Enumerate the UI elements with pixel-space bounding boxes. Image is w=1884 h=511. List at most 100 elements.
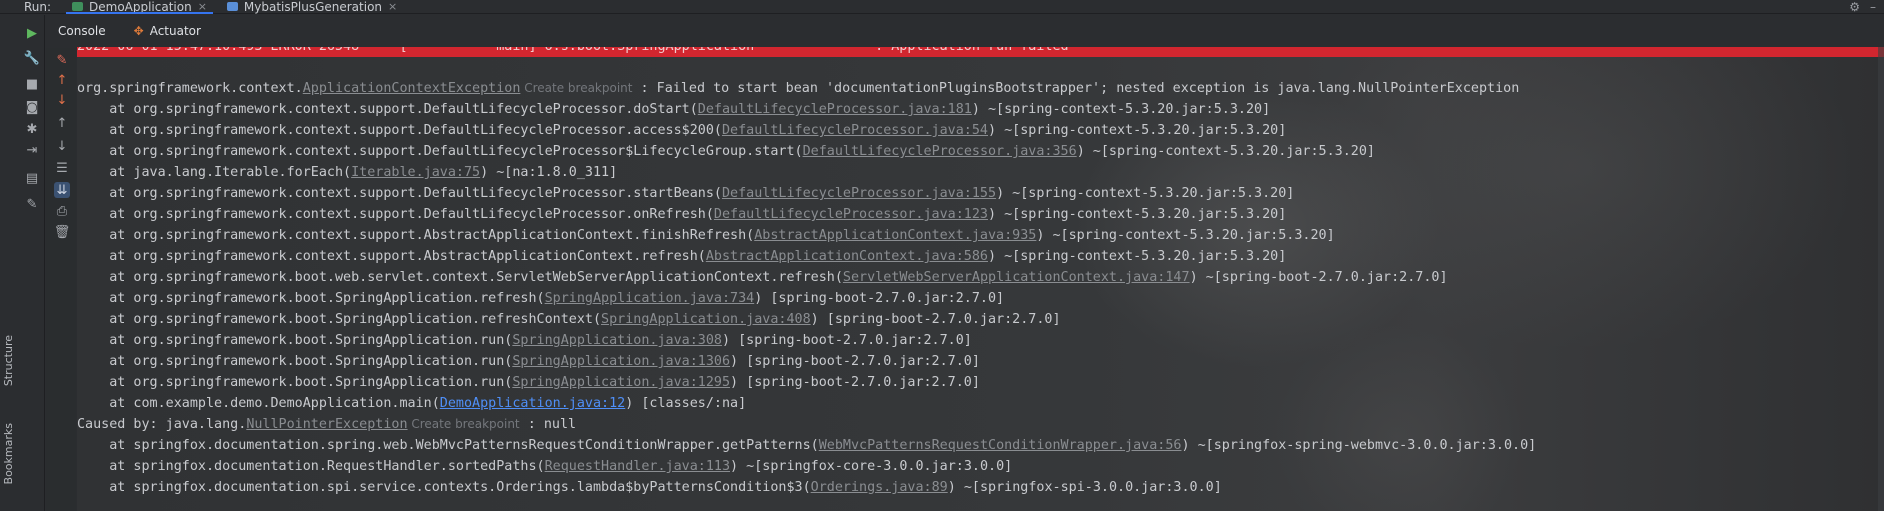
console-line-text: at java.lang.Iterable.forEach( (77, 165, 352, 180)
structure-panel-button[interactable]: Structure (2, 335, 15, 386)
console-line-text: at springfox.documentation.spring.web.We… (77, 438, 819, 453)
stack-trace-link[interactable]: SpringApplication.java:1306 (512, 354, 730, 369)
stack-trace-link[interactable]: DefaultLifecycleProcessor.java:356 (803, 144, 1077, 159)
console-line-text: org.springframework.context. (77, 81, 303, 96)
create-breakpoint-hint[interactable]: Create breakpoint (520, 81, 632, 95)
stack-trace-link[interactable]: SpringApplication.java:734 (545, 291, 755, 306)
console-line-text: Caused by: java.lang. (77, 417, 247, 432)
stack-trace-link[interactable]: DefaultLifecycleProcessor.java:54 (722, 123, 988, 138)
console-line-suffix: ) ~[springfox-core-3.0.0.jar:3.0.0] (730, 459, 1013, 474)
scrollbar[interactable] (1878, 47, 1884, 511)
console-line-suffix: ) ~[spring-boot-2.7.0.jar:2.7.0] (1189, 270, 1448, 285)
console-line-suffix: ) ~[spring-context-5.3.20.jar:5.3.20] (971, 102, 1271, 117)
layout-icon[interactable]: ▤ (24, 170, 40, 186)
create-breakpoint-hint[interactable]: Create breakpoint (408, 417, 519, 431)
scroll-end-icon[interactable]: ⇊ (54, 182, 70, 198)
console-line-text: at org.springframework.context.support.D… (77, 144, 803, 159)
stack-trace-link[interactable]: Iterable.java:75 (351, 165, 480, 180)
wrench-icon[interactable]: 🔧 (24, 50, 40, 66)
console-line-suffix: ) ~[spring-context-5.3.20.jar:5.3.20] (988, 249, 1287, 264)
console-line-suffix: ) ~[spring-context-5.3.20.jar:5.3.20] (996, 186, 1295, 201)
console-line-text: at springfox.documentation.RequestHandle… (77, 459, 545, 474)
stack-trace-link[interactable]: DefaultLifecycleProcessor.java:155 (722, 186, 996, 201)
stack-trace-link[interactable]: ServletWebServerApplicationContext.java:… (843, 270, 1190, 285)
console-subtabs: Console ✥ Actuator (46, 15, 1884, 47)
console-line-suffix: ) [spring-boot-2.7.0.jar:2.7.0] (730, 375, 980, 390)
bug-icon[interactable]: ✱ (24, 121, 40, 137)
console-line-suffix: ) [spring-boot-2.7.0.jar:2.7.0] (721, 333, 972, 348)
tab-mybatis-plus-generation[interactable]: MybatisPlusGeneration × (217, 0, 407, 14)
tab-console-label: Console (58, 24, 106, 38)
stack-trace-link[interactable]: ApplicationContextException (303, 81, 521, 96)
minimize-icon[interactable]: – (1870, 0, 1876, 14)
console-line-text: at org.springframework.boot.SpringApplic… (77, 354, 513, 369)
camera-icon[interactable]: ◙ (24, 99, 40, 115)
stack-trace-link[interactable]: SpringApplication.java:408 (601, 312, 811, 327)
structure-label: Structure (2, 335, 15, 387)
stack-trace-link[interactable]: DefaultLifecycleProcessor.java:123 (714, 207, 988, 222)
console-line-text: at org.springframework.context.support.D… (77, 102, 698, 117)
trash-icon[interactable]: 🗑 (54, 224, 71, 240)
actuator-icon: ✥ (133, 24, 144, 38)
stack-trace-link[interactable]: WebMvcPatternsRequestConditionWrapper.ja… (819, 438, 1182, 453)
console-line: at springfox.documentation.RequestHandle… (77, 456, 1884, 477)
console-line-suffix: ) ~[springfox-spi-3.0.0.jar:3.0.0] (947, 480, 1222, 495)
console-line: at java.lang.Iterable.forEach(Iterable.j… (77, 162, 1884, 183)
tab-demo-application[interactable]: DemoApplication × (62, 0, 217, 14)
bookmarks-panel-button[interactable]: Bookmarks (2, 423, 15, 484)
console-line-suffix: ) ~[spring-context-5.3.20.jar:5.3.20] (988, 123, 1287, 138)
tab-actuator-label: Actuator (149, 24, 201, 38)
up-arrow-icon[interactable]: ↑ (54, 72, 70, 88)
console-line: at org.springframework.context.support.D… (77, 141, 1884, 162)
down-arrow-icon[interactable]: ↓ (54, 92, 70, 108)
console-line: at org.springframework.context.support.D… (77, 183, 1884, 204)
console-output[interactable]: 2022-06-01 15:47:10.493 ERROR 26548 --- … (77, 47, 1884, 511)
stack-trace-link[interactable]: SpringApplication.java:1295 (512, 375, 730, 390)
exit-icon[interactable]: ⇥ (24, 142, 40, 158)
console-line-suffix: ) ~[spring-context-5.3.20.jar:5.3.20] (1036, 228, 1335, 243)
gear-icon[interactable]: ⚙ (1849, 0, 1860, 14)
close-icon[interactable]: × (388, 0, 397, 13)
console-line-suffix: ) ~[springfox-spring-webmvc-3.0.0.jar:3.… (1181, 438, 1537, 453)
console-line: Caused by: java.lang.NullPointerExceptio… (77, 414, 1884, 435)
close-icon[interactable]: × (198, 0, 207, 13)
pin-icon[interactable]: ✎ (24, 196, 40, 212)
stack-trace-link[interactable]: AbstractApplicationContext.java:586 (706, 249, 988, 264)
stack-trace-link[interactable]: SpringApplication.java:308 (512, 333, 722, 348)
stack-trace-link[interactable]: AbstractApplicationContext.java:935 (754, 228, 1036, 243)
console-line-suffix: ) [spring-boot-2.7.0.jar:2.7.0] (754, 291, 1005, 306)
tab-actuator[interactable]: ✥ Actuator (122, 15, 213, 47)
stack-trace-link[interactable]: DefaultLifecycleProcessor.java:181 (698, 102, 972, 117)
tab-console[interactable]: Console (46, 15, 118, 47)
console-line-text: at org.springframework.context.support.D… (77, 123, 722, 138)
console-line-text: at org.springframework.boot.SpringApplic… (77, 291, 545, 306)
console-line: at org.springframework.context.support.A… (77, 225, 1884, 246)
console-line: at org.springframework.context.support.A… (77, 246, 1884, 267)
console-toolbar: ✎ ↑ ↓ ↑ ↓ ☰ ⇊ ⎙ 🗑 (46, 48, 76, 511)
tab-label: MybatisPlusGeneration (243, 0, 383, 14)
stop-icon[interactable]: ■ (24, 76, 40, 92)
stack-trace-link[interactable]: NullPointerException (246, 417, 407, 432)
console-line-text: at org.springframework.context.support.D… (77, 207, 714, 222)
prev-occurrence-icon[interactable]: ↑ (54, 115, 70, 131)
console-line: at org.springframework.context.support.D… (77, 99, 1884, 120)
console-line: at org.springframework.boot.SpringApplic… (77, 309, 1884, 330)
spring-boot-icon (72, 2, 83, 11)
console-line-suffix: : Failed to start bean 'documentationPlu… (632, 81, 1520, 96)
console-line: at org.springframework.boot.SpringApplic… (77, 351, 1884, 372)
stack-trace-link[interactable]: RequestHandler.java:113 (545, 459, 730, 474)
run-label: Run: (24, 0, 52, 14)
console-line-suffix: ) [spring-boot-2.7.0.jar:2.7.0] (810, 312, 1061, 327)
next-occurrence-icon[interactable]: ↓ (54, 138, 70, 154)
console-line: org.springframework.context.ApplicationC… (77, 78, 1884, 99)
print-icon[interactable]: ⎙ (54, 203, 70, 219)
edit-config-icon[interactable]: ✎ (54, 52, 70, 68)
run-icon[interactable]: ▶ (24, 25, 40, 41)
console-line-suffix: ) ~[spring-context-5.3.20.jar:5.3.20] (1076, 144, 1375, 159)
console-line: at springfox.documentation.spi.service.c… (77, 477, 1884, 498)
run-tool-window-header: Run: DemoApplication × MybatisPlusGenera… (0, 0, 1884, 14)
stack-trace-link[interactable]: DemoApplication.java:12 (440, 396, 625, 411)
bookmarks-label: Bookmarks (2, 423, 15, 485)
stack-trace-link[interactable]: Orderings.java:89 (811, 480, 948, 495)
wrap-icon[interactable]: ☰ (54, 160, 70, 176)
